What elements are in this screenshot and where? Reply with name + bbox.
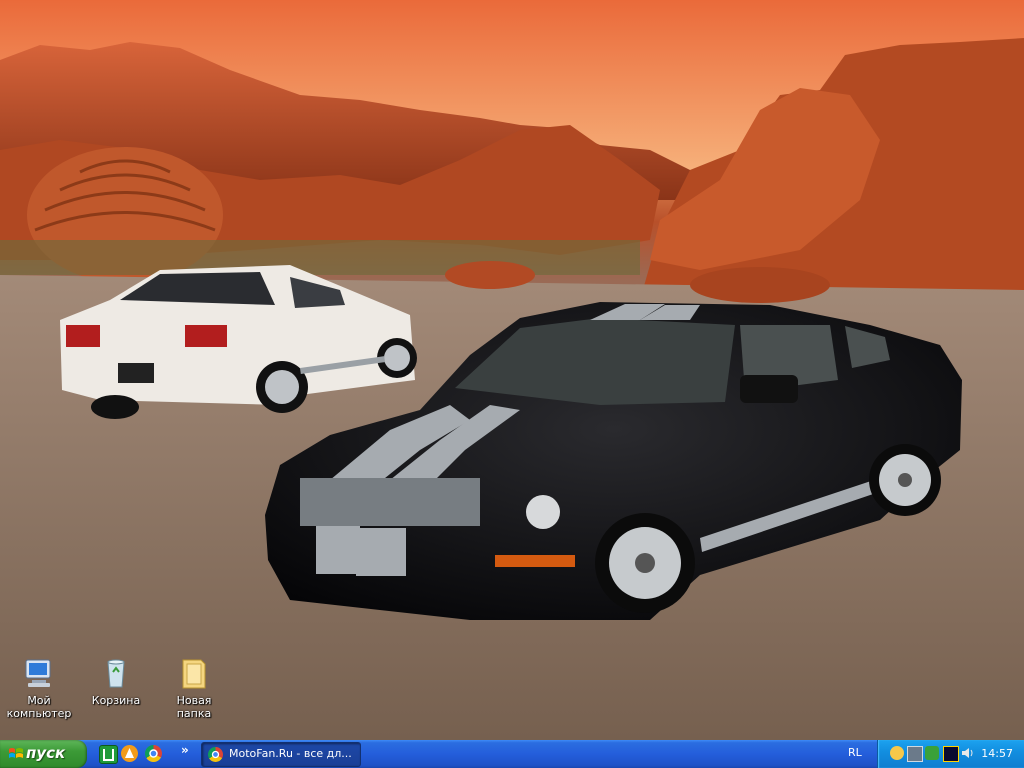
quick-launch-more-button[interactable]: » xyxy=(181,743,189,757)
avast-icon[interactable] xyxy=(121,745,138,762)
antivirus-icon[interactable] xyxy=(925,746,939,760)
desktop-icon-new-folder[interactable]: Новая папка xyxy=(158,656,230,720)
desktop-icon-label: Корзина xyxy=(91,694,141,707)
start-button[interactable]: пуск xyxy=(0,740,87,768)
start-label: пуск xyxy=(26,744,66,762)
desktop-icon-label: Новая папка xyxy=(176,694,212,720)
clock[interactable]: 14:57 xyxy=(981,747,1013,760)
desktop-icon-label: Мой компьютер xyxy=(6,694,72,720)
chrome-icon[interactable] xyxy=(145,745,162,762)
show-desktop-icon[interactable] xyxy=(99,745,118,764)
network-icon[interactable] xyxy=(907,746,923,762)
desktop-wallpaper xyxy=(0,0,1024,740)
windows-flag-icon xyxy=(8,746,24,762)
folder-icon xyxy=(177,656,211,690)
taskbar-window-label: MotoFan.Ru - все дл... xyxy=(229,747,352,760)
chrome-icon xyxy=(208,747,223,762)
volume-icon[interactable] xyxy=(961,746,975,760)
my-computer-icon xyxy=(22,656,56,690)
taskbar: пуск » MotoFan.Ru - все дл... RL 14:57 xyxy=(0,740,1024,768)
recycle-bin-icon xyxy=(99,656,133,690)
messenger-icon[interactable] xyxy=(890,746,904,760)
media-icon[interactable] xyxy=(943,746,959,762)
desktop-icon-my-computer[interactable]: Мой компьютер xyxy=(3,656,75,720)
desktop-icon-recycle-bin[interactable]: Корзина xyxy=(80,656,152,707)
language-indicator[interactable]: RL xyxy=(848,746,862,759)
taskbar-window-button[interactable]: MotoFan.Ru - все дл... xyxy=(201,742,361,767)
system-tray: 14:57 xyxy=(877,740,1024,768)
